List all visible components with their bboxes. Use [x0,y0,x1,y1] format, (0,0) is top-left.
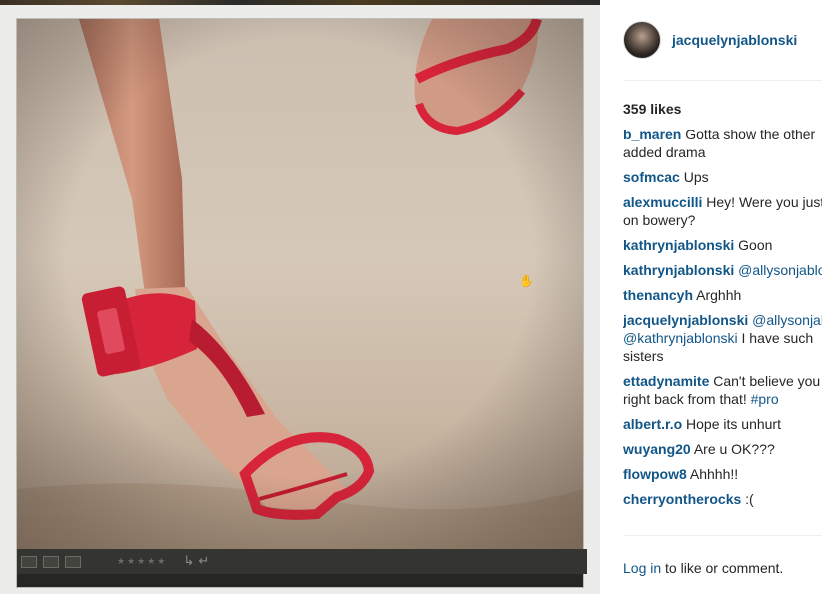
comment-text: added drama [623,144,706,160]
divider [623,80,822,81]
likes-count[interactable]: 359 likes [623,101,681,117]
photo-toolbar: ★★★★★ ↳ ↵ [17,549,587,574]
comment-text: Ups [679,169,709,185]
comment-username[interactable]: alexmuccilli [623,194,702,210]
comment-username[interactable]: b_maren [623,130,681,142]
comment-text: Gotta show the other [681,130,816,142]
mention-link[interactable]: @kathrynjablonski [623,330,738,346]
comment-text: sisters [623,348,664,364]
comment-username[interactable]: cherryontherocks [623,491,741,507]
comment: cherryontherocks :( [623,490,822,508]
mention-link[interactable]: @allysonjablonski [738,262,822,278]
login-link[interactable]: Log in [623,560,661,576]
comment-username[interactable]: ettadynamite [623,373,709,389]
comment-text: :( [741,491,754,507]
comment: b_maren Gotta show the other added drama [623,130,822,161]
comment-text: I have such [737,330,814,346]
comment: jacquelynjablonski @allysonjablonski @kat… [623,311,822,365]
compare-view-icon[interactable] [65,555,81,568]
hand-cursor-icon: ✋ [519,274,534,288]
comment-text: Arghhh [693,287,742,303]
post-photo[interactable]: ✋ ★★★★★ ↳ ↵ [17,19,587,587]
rotate-arrows-icon[interactable]: ↳ ↵ [183,554,209,569]
comment-text: Hope its unhurt [682,416,781,432]
comment: albert.r.o Hope its unhurt [623,415,822,433]
loupe-view-icon[interactable] [43,555,59,568]
comment: ettadynamite Can't believe you right back… [623,372,822,408]
comments-list: b_maren Gotta show the other added drama… [623,130,822,525]
login-prompt-text: to like or comment. [661,560,784,576]
comment: alexmuccilli Hey! Were you just on bowery… [623,193,822,229]
comment-text: Can't believe you [709,373,821,389]
photo-area: ✋ ★★★★★ ↳ ↵ [0,0,600,594]
comment-text: right back from that! [623,391,751,407]
comment-text: Ahhhh!! [686,466,739,482]
login-prompt: Log in to like or comment. [623,560,783,576]
post-sidebar: jacquelynjablonski 359 likes b_maren Got… [600,0,822,594]
comment-username[interactable]: sofmcac [623,169,680,185]
comment-username[interactable]: wuyang20 [623,441,691,457]
comment: flowpow8 Ahhhh!! [623,465,822,483]
comment-text: Goon [734,237,773,253]
top-strip [0,0,600,5]
avatar[interactable] [623,21,661,59]
post-username[interactable]: jacquelynjablonski [672,32,797,48]
comment: wuyang20 Are u OK??? [623,440,822,458]
comment-username[interactable]: jacquelynjablonski [623,312,748,328]
mention-link[interactable]: @allysonjablonski [752,312,822,328]
photo-bottom-bar [17,574,583,587]
comment-username[interactable]: kathrynjablonski [623,237,734,253]
comment-text: on bowery? [623,212,696,228]
comment-username[interactable]: flowpow8 [623,466,687,482]
comment: thenancyh Arghhh [623,286,822,304]
mention-link[interactable]: #pro [751,391,779,407]
comment-text: Hey! Were you just [702,194,822,210]
rating-stars-icon[interactable]: ★★★★★ [117,557,167,567]
divider [623,535,822,536]
grid-view-icon[interactable] [21,555,37,568]
comment-text: Are u OK??? [690,441,775,457]
comment: kathrynjablonski Goon [623,236,822,254]
photo-image [17,19,583,549]
comment-username[interactable]: thenancyh [623,287,693,303]
post-header: jacquelynjablonski [623,19,797,61]
comment-username[interactable]: albert.r.o [623,416,682,432]
comment-username[interactable]: kathrynjablonski [623,262,734,278]
comment: kathrynjablonski @allysonjablonski [623,261,822,279]
comment: sofmcac Ups [623,168,822,186]
